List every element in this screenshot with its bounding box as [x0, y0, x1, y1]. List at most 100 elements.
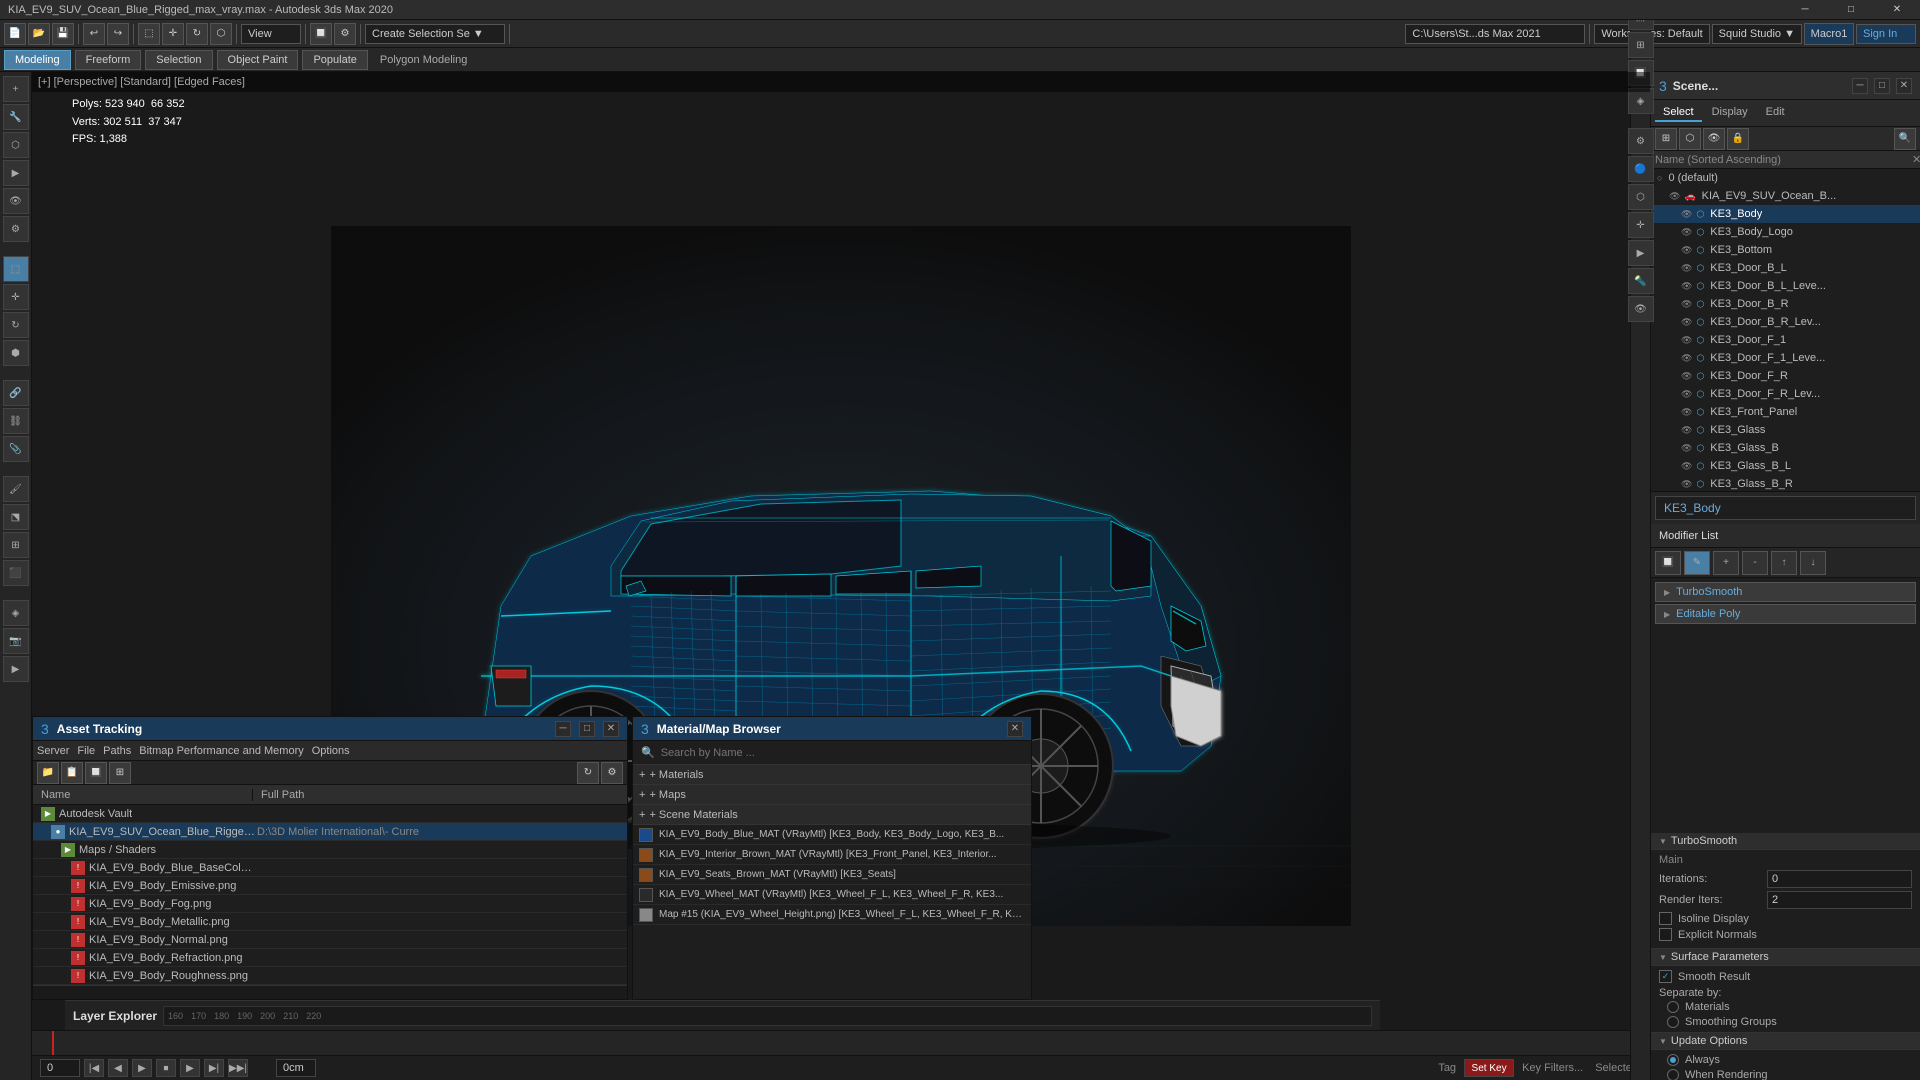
align-tool[interactable]: ⬛	[3, 560, 29, 586]
hierarchy-btn[interactable]: ⬡	[3, 132, 29, 158]
mod-btn3[interactable]: +	[1713, 551, 1739, 575]
timeline-frame[interactable]: 0	[40, 1059, 80, 1077]
asset-row-2[interactable]: ▶Maps / Shaders	[33, 841, 627, 859]
material-close[interactable]: ✕	[1007, 721, 1023, 737]
scene-filter[interactable]: 🔍	[1894, 128, 1916, 150]
asset-btn2[interactable]: 📋	[61, 762, 83, 784]
last-frame-btn[interactable]: ▶▶|	[228, 1059, 248, 1077]
vp-tool8[interactable]: ✛	[1628, 212, 1654, 238]
asset-row-5[interactable]: !KIA_EV9_Body_Fog.png	[33, 895, 627, 913]
vp-tool11[interactable]: 👁	[1628, 296, 1654, 322]
scene-eye-11[interactable]: 👁	[1681, 371, 1692, 382]
scene-eye-3[interactable]: 👁	[1681, 227, 1692, 238]
material-editor[interactable]: ◈	[3, 600, 29, 626]
tab-selection[interactable]: Selection	[145, 50, 212, 70]
close-button[interactable]: ✕	[1874, 0, 1920, 20]
scene-eye-1[interactable]: 👁	[1669, 191, 1680, 202]
angle-snap-btn[interactable]: ⚙	[334, 23, 356, 45]
materials-radio[interactable]	[1667, 1001, 1679, 1013]
scene-eye-4[interactable]: 👁	[1681, 245, 1692, 256]
scene-btn3[interactable]: 👁	[1703, 128, 1725, 150]
asset-refresh[interactable]: ↻	[577, 762, 599, 784]
viewport[interactable]: [+] [Perspective] [Standard] [Edged Face…	[32, 72, 1650, 1080]
rotate-btn[interactable]: ↻	[186, 23, 208, 45]
smoothing-radio[interactable]	[1667, 1016, 1679, 1028]
next-key-btn[interactable]: ▶|	[204, 1059, 224, 1077]
scene-eye-2[interactable]: 👁	[1681, 209, 1692, 220]
asset-btn1[interactable]: 📁	[37, 762, 59, 784]
open-btn[interactable]: 📂	[28, 23, 50, 45]
tab-populate[interactable]: Populate	[302, 50, 367, 70]
vp-tool10[interactable]: 🔦	[1628, 268, 1654, 294]
asset-menu-bitmap[interactable]: Bitmap Performance and Memory	[139, 745, 303, 757]
scene-btn1[interactable]: ⊞	[1655, 128, 1677, 150]
scene-item-10[interactable]: 👁⬡KE3_Door_F_1_Leve...	[1651, 349, 1920, 367]
asset-row-3[interactable]: !KIA_EV9_Body_Blue_BaseColor.png	[33, 859, 627, 877]
scene-item-14[interactable]: 👁⬡KE3_Glass	[1651, 421, 1920, 439]
asset-row-7[interactable]: !KIA_EV9_Body_Normal.png	[33, 931, 627, 949]
object-paint-side[interactable]: 🖌	[3, 476, 29, 502]
bind-tool[interactable]: 📎	[3, 436, 29, 462]
mat-section-materials[interactable]: + + Materials	[633, 765, 1031, 785]
mat-row-1[interactable]: KIA_EV9_Interior_Brown_MAT (VRayMtl) [KE…	[633, 845, 1031, 865]
scene-eye-14[interactable]: 👁	[1681, 425, 1692, 436]
asset-row-1[interactable]: ●KIA_EV9_SUV_Ocean_Blue_Rigged_max_vray.…	[33, 823, 627, 841]
current-frame-display[interactable]: 0cm	[276, 1059, 316, 1077]
select-btn[interactable]: ⬚	[138, 23, 160, 45]
quick-render[interactable]: ▶	[3, 656, 29, 682]
scene-item-9[interactable]: 👁⬡KE3_Door_F_1	[1651, 331, 1920, 349]
prev-key-btn[interactable]: |◀	[84, 1059, 104, 1077]
vp-tool5[interactable]: ⚙	[1628, 128, 1654, 154]
timeline-track[interactable]	[32, 1031, 1650, 1056]
asset-row-6[interactable]: !KIA_EV9_Body_Metallic.png	[33, 913, 627, 931]
scene-eye-15[interactable]: 👁	[1681, 443, 1692, 454]
scene-btn2[interactable]: ⬡	[1679, 128, 1701, 150]
vp-tool2[interactable]: ⊞	[1628, 32, 1654, 58]
scene-tab-select[interactable]: Select	[1655, 104, 1702, 122]
always-radio[interactable]	[1667, 1054, 1679, 1066]
mat-section-scene[interactable]: + + Scene Materials	[633, 805, 1031, 825]
next-frame-btn[interactable]: ▶	[180, 1059, 200, 1077]
scene-item-15[interactable]: 👁⬡KE3_Glass_B	[1651, 439, 1920, 457]
surface-header[interactable]: ▼ Surface Parameters	[1651, 949, 1920, 966]
scene-item-7[interactable]: 👁⬡KE3_Door_B_R	[1651, 295, 1920, 313]
redo-btn[interactable]: ↪	[107, 23, 129, 45]
asset-row-9[interactable]: !KIA_EV9_Body_Roughness.png	[33, 967, 627, 985]
render-iters-value[interactable]: 2	[1767, 891, 1912, 909]
scene-maximize[interactable]: □	[1874, 78, 1890, 94]
modify-panel-btn[interactable]: 🔧	[3, 104, 29, 130]
tab-object-paint[interactable]: Object Paint	[217, 50, 299, 70]
undo-btn[interactable]: ↩	[83, 23, 105, 45]
update-header[interactable]: ▼ Update Options	[1651, 1033, 1920, 1050]
minimize-button[interactable]: ─	[1782, 0, 1828, 20]
asset-minimize[interactable]: ─	[555, 721, 571, 737]
scene-eye-13[interactable]: 👁	[1681, 407, 1692, 418]
scene-item-16[interactable]: 👁⬡KE3_Glass_B_L	[1651, 457, 1920, 475]
asset-row-8[interactable]: !KIA_EV9_Body_Refraction.png	[33, 949, 627, 967]
move-btn[interactable]: ✛	[162, 23, 184, 45]
scene-item-5[interactable]: 👁⬡KE3_Door_B_L	[1651, 259, 1920, 277]
scene-eye-8[interactable]: 👁	[1681, 317, 1692, 328]
mat-row-4[interactable]: Map #15 (KIA_EV9_Wheel_Height.png) [KE3_…	[633, 905, 1031, 925]
file-new-btn[interactable]: 📄	[4, 23, 26, 45]
tl-key-filters[interactable]: Key Filters...	[1522, 1062, 1583, 1074]
scene-item-12[interactable]: 👁⬡KE3_Door_F_R_Lev...	[1651, 385, 1920, 403]
scene-eye-16[interactable]: 👁	[1681, 461, 1692, 472]
render-setup[interactable]: 📷	[3, 628, 29, 654]
scene-eye-6[interactable]: 👁	[1681, 281, 1692, 292]
scene-item-11[interactable]: 👁⬡KE3_Door_F_R	[1651, 367, 1920, 385]
iterations-value[interactable]: 0	[1767, 870, 1912, 888]
scene-eye-10[interactable]: 👁	[1681, 353, 1692, 364]
asset-settings[interactable]: ⚙	[601, 762, 623, 784]
snap-btn[interactable]: 🔲	[310, 23, 332, 45]
scene-list[interactable]: ○0 (default)👁🚗KIA_EV9_SUV_Ocean_B...👁⬡KE…	[1651, 169, 1920, 491]
asset-menu-file[interactable]: File	[77, 745, 95, 757]
vp-tool7[interactable]: ⬡	[1628, 184, 1654, 210]
asset-btn4[interactable]: ⊞	[109, 762, 131, 784]
scene-item-17[interactable]: 👁⬡KE3_Glass_B_R	[1651, 475, 1920, 491]
explicit-normals-checkbox[interactable]	[1659, 928, 1672, 941]
save-btn[interactable]: 💾	[52, 23, 74, 45]
asset-scrollbar[interactable]	[33, 985, 627, 999]
motion-btn[interactable]: ▶	[3, 160, 29, 186]
material-search-input[interactable]	[661, 747, 1023, 759]
